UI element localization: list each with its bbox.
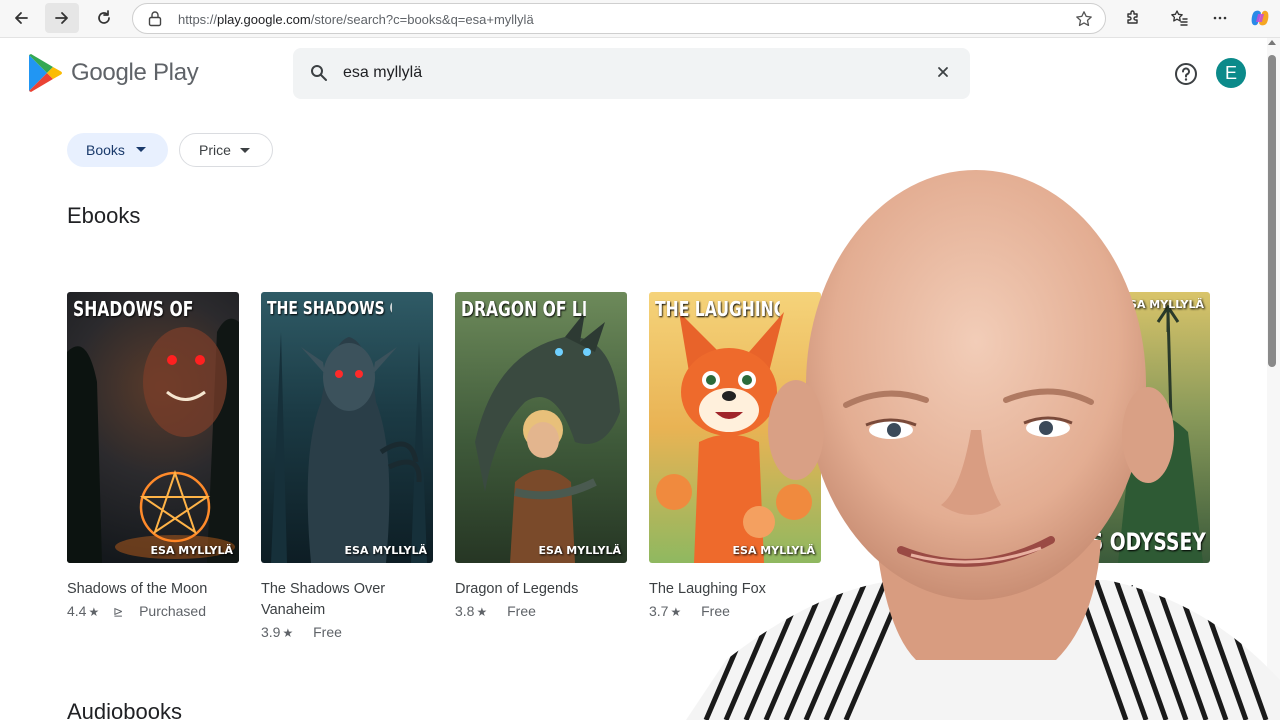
more-menu-button[interactable] [1203, 3, 1237, 33]
filter-books-chip[interactable]: Books [67, 133, 168, 167]
browser-toolbar: https://play.google.com/store/search?c=b… [0, 0, 1280, 38]
avatar[interactable]: E [1216, 58, 1246, 88]
lock-icon [147, 10, 163, 33]
cover-art-vanaheim [271, 332, 427, 563]
book-meta: 3.8 ★ Free [455, 603, 536, 619]
book-cover[interactable]: DRAGON OF LEGENDS ESA MYLLYLÄ [455, 292, 627, 563]
ellipsis-icon [1213, 16, 1227, 20]
book-meta: 4.4 ★ ⊵ Purchased [67, 603, 206, 619]
url-text: https://play.google.com/store/search?c=b… [178, 12, 534, 27]
presenter-overlay [686, 170, 1280, 720]
copilot-icon [1251, 10, 1269, 26]
star-icon: ★ [476, 605, 488, 619]
cover-title: THE SHADOWS OVER VANAHEIM [267, 298, 392, 319]
search-query[interactable]: esa myllylä [343, 64, 422, 82]
filter-books-label: Books [86, 142, 125, 158]
brand-title[interactable]: Google Play [71, 59, 199, 87]
star-icon: ★ [670, 605, 682, 619]
cover-art-moon [67, 318, 239, 563]
book-cover[interactable]: THE SHADOWS OVER VANAHEIM ESA MYLLYLÄ [261, 292, 433, 563]
dropdown-arrow-icon [136, 147, 146, 152]
forward-button[interactable] [45, 3, 79, 33]
arrow-right-icon [55, 12, 68, 24]
cover-author: ESA MYLLYLÄ [150, 544, 233, 557]
book-status: Free [507, 603, 536, 619]
book-title[interactable]: Shadows of the Moon [67, 579, 242, 600]
star-icon: ★ [88, 605, 100, 619]
cover-author: ESA MYLLYLÄ [538, 544, 621, 557]
book-title[interactable]: Dragon of Legends [455, 579, 630, 600]
book-cover[interactable]: SHADOWS OF THE MOON ESA MYLLYLÄ [67, 292, 239, 563]
filter-price-chip[interactable]: Price [179, 133, 273, 167]
book-rating: 3.8 [455, 603, 475, 619]
section-title-audiobooks: Audiobooks [67, 699, 182, 724]
extensions-button[interactable] [1116, 3, 1150, 33]
puzzle-icon [1127, 10, 1138, 24]
dropdown-arrow-icon [240, 148, 250, 153]
refresh-icon [98, 10, 110, 24]
favorites-list-icon [1171, 10, 1188, 26]
scroll-up-arrow-icon[interactable] [1268, 40, 1276, 45]
book-meta: 3.9 ★ Free [261, 624, 342, 640]
refresh-button[interactable] [87, 3, 121, 33]
search-icon [311, 65, 327, 81]
google-play-logo-icon[interactable] [28, 53, 62, 93]
book-rating: 4.4 [67, 603, 87, 619]
filter-price-label: Price [199, 142, 231, 158]
purchased-icon: ⊵ [113, 605, 124, 619]
book-rating: 3.9 [261, 624, 281, 640]
book-rating: 3.7 [649, 603, 669, 619]
clear-search-icon[interactable] [936, 65, 950, 79]
search-input[interactable]: esa myllylä [293, 48, 970, 99]
back-button[interactable] [4, 3, 38, 33]
favorites-button[interactable] [1162, 3, 1196, 33]
copilot-button[interactable] [1243, 3, 1277, 33]
cover-title: SHADOWS OF THE MOON [73, 298, 198, 320]
book-status: Purchased [139, 603, 207, 619]
star-icon: ★ [282, 626, 294, 640]
cover-author: ESA MYLLYLÄ [344, 544, 427, 557]
help-icon[interactable] [1174, 62, 1198, 86]
address-bar[interactable]: https://play.google.com/store/search?c=b… [132, 3, 1106, 34]
cover-title: DRAGON OF LEGENDS [461, 298, 586, 320]
book-status: Free [313, 624, 342, 640]
arrow-left-icon [15, 12, 28, 24]
section-title-ebooks: Ebooks [67, 203, 141, 228]
book-title[interactable]: The Shadows Over Vanaheim [261, 579, 436, 621]
favorite-star-icon[interactable] [1075, 10, 1093, 33]
cover-art-dragon [475, 312, 620, 563]
